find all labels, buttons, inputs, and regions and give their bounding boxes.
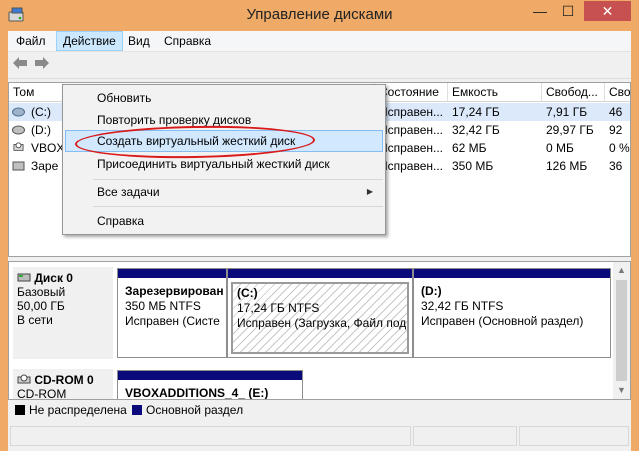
menu-action[interactable]: Действие [56, 31, 123, 51]
menu-separator [93, 206, 383, 207]
vertical-scroll-thumb[interactable] [616, 280, 627, 381]
partition-cdrom[interactable]: VBOXADDITIONS_4_ (E:) [117, 370, 303, 400]
partition-body: (C:) 17,24 ГБ NTFS Исправен (Загрузка, Ф… [231, 282, 409, 354]
legend-swatch-primary [132, 405, 142, 415]
volume-free: 126 МБ [546, 159, 588, 173]
disk-map-pane: Диск 0 Базовый 50,00 ГБ В сети Зарезерви… [8, 261, 631, 400]
legend-label-primary: Основной раздел [146, 403, 244, 417]
cd-drive-icon [13, 142, 24, 151]
disk-type: Базовый [17, 285, 66, 299]
volume-free: 7,91 ГБ [546, 105, 588, 119]
column-header-free[interactable]: Свобод... [542, 83, 605, 102]
partition-bar [118, 371, 302, 380]
partition-bar [414, 269, 610, 278]
volume-name: (D:) [31, 123, 51, 137]
menu-view[interactable]: Вид [122, 31, 156, 51]
partition-bar [228, 269, 412, 278]
cd-drive-icon [17, 374, 31, 384]
close-button[interactable]: ✕ [584, 1, 631, 21]
volume-capacity: 17,24 ГБ [452, 105, 500, 119]
status-panel-3 [519, 426, 629, 446]
action-menu-dropdown: Обновить Повторить проверку дисков Созда… [62, 84, 386, 235]
drive-icon [12, 161, 25, 171]
disk-management-window: Управление дисками — ☐ ✕ Файл Действие В… [0, 0, 639, 451]
legend: Не распределена Основной раздел [8, 400, 631, 420]
menu-item-all-tasks[interactable]: Все задачи ▶ [65, 181, 383, 203]
maximize-button[interactable]: ☐ [554, 1, 582, 21]
partition-body: Зарезервирован 350 МБ NTFS Исправен (Сис… [121, 282, 223, 354]
scroll-down-icon[interactable]: ▼ [613, 382, 630, 399]
disk-0-label[interactable]: Диск 0 Базовый 50,00 ГБ В сети [13, 267, 113, 359]
drive-icon [12, 107, 25, 117]
partition-bar [118, 269, 226, 278]
partition-body: (D:) 32,42 ГБ NTFS Исправен (Основной ра… [417, 282, 607, 354]
submenu-arrow-icon: ▶ [366, 187, 373, 196]
toolbar [8, 52, 631, 79]
partition-name: Зарезервирован [125, 284, 223, 298]
partition-status: Исправен (Загрузка, Файл подк [237, 316, 409, 330]
partition-status: Исправен (Основной раздел) [421, 314, 584, 328]
volume-free: 29,97 ГБ [546, 123, 594, 137]
volume-capacity: 62 МБ [452, 141, 487, 155]
volume-name: Заре [31, 159, 59, 173]
partition-name: (D:) [421, 284, 442, 298]
disk-size: 50,00 ГБ [17, 299, 65, 313]
scroll-up-icon[interactable]: ▲ [613, 262, 630, 279]
status-panel-main [10, 426, 411, 446]
menu-item-help[interactable]: Справка [65, 210, 383, 232]
partition-size: 350 МБ NTFS [125, 299, 201, 313]
vertical-scrollbar[interactable]: ▲ ▼ [613, 262, 630, 399]
partition-reserved[interactable]: Зарезервирован 350 МБ NTFS Исправен (Сис… [117, 268, 227, 358]
partition-c[interactable]: (C:) 17,24 ГБ NTFS Исправен (Загрузка, Ф… [227, 268, 413, 358]
column-header-free-pct[interactable]: Сво [605, 83, 630, 102]
arrow-right-icon [35, 57, 49, 69]
column-header-capacity[interactable]: Емкость [448, 83, 542, 102]
partition-size: 32,42 ГБ NTFS [421, 299, 504, 313]
disk-name: Диск 0 [34, 271, 73, 285]
volume-name: (C:) [31, 105, 51, 119]
cdrom-0-label[interactable]: CD-ROM 0 CD-ROM [13, 369, 113, 400]
disk-name: CD-ROM 0 [34, 373, 94, 387]
volume-free-pct: 92 [609, 123, 623, 137]
drive-icon [12, 125, 25, 135]
volume-name: VBOX [31, 141, 65, 155]
partition-status: Исправен (Систе [125, 314, 220, 328]
volume-free-pct: 0 % [609, 141, 630, 155]
disk-status: В сети [17, 313, 53, 327]
partition-d[interactable]: (D:) 32,42 ГБ NTFS Исправен (Основной ра… [413, 268, 611, 358]
menu-file[interactable]: Файл [10, 31, 52, 51]
back-button[interactable] [10, 56, 30, 74]
volume-free-pct: 46 [609, 105, 623, 119]
partition-name: VBOXADDITIONS_4_ (E:) [125, 386, 269, 400]
status-panel-2 [413, 426, 517, 446]
arrow-left-icon [13, 57, 27, 69]
menu-help[interactable]: Справка [158, 31, 217, 51]
volume-free: 0 МБ [546, 141, 574, 155]
volume-capacity: 32,42 ГБ [452, 123, 500, 137]
menu-bar: Файл Действие Вид Справка [8, 31, 631, 52]
forward-button[interactable] [32, 56, 52, 74]
volume-capacity: 350 МБ [452, 159, 494, 173]
menu-separator [93, 179, 383, 180]
client-area: Файл Действие Вид Справка Том Состояние … [8, 31, 631, 451]
minimize-button[interactable]: — [526, 1, 554, 21]
partition-name: (C:) [237, 286, 258, 300]
title-bar[interactable]: Управление дисками — ☐ ✕ [0, 0, 639, 30]
partition-size: 17,24 ГБ NTFS [237, 301, 320, 315]
status-bar [8, 422, 631, 451]
legend-label-unallocated: Не распределена [29, 403, 127, 417]
legend-swatch-unallocated [15, 405, 25, 415]
volume-free-pct: 36 [609, 159, 623, 173]
disk-type: CD-ROM [17, 387, 67, 400]
menu-item-label: Все задачи [97, 185, 160, 199]
partition-body: VBOXADDITIONS_4_ (E:) [121, 384, 299, 400]
menu-item-refresh[interactable]: Обновить [65, 87, 383, 109]
hard-disk-icon [17, 273, 31, 282]
